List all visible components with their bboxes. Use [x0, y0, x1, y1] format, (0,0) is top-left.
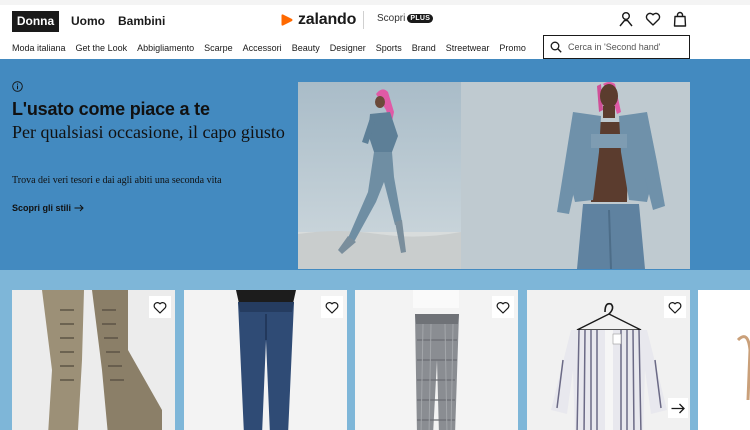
search-input[interactable]	[568, 42, 678, 52]
arrow-right-icon	[671, 403, 685, 413]
partial-product-image	[698, 290, 750, 430]
category-promo[interactable]: Promo	[499, 43, 526, 53]
category-designer[interactable]: Designer	[330, 43, 366, 53]
category-scarpe[interactable]: Scarpe	[204, 43, 233, 53]
category-accessori[interactable]: Accessori	[243, 43, 282, 53]
scopri-plus-link[interactable]: Scopri PLUS	[377, 13, 434, 24]
hero-subtitle: Per qualsiasi occasione, il capo giusto	[12, 122, 285, 142]
logo-text: zalando	[298, 11, 357, 28]
hero-banner: L'usato come piace a te Per qualsiasi oc…	[0, 59, 750, 270]
user-icon[interactable]	[618, 11, 634, 27]
heart-icon	[668, 301, 682, 314]
info-icon[interactable]	[12, 81, 23, 92]
tab-donna[interactable]: Donna	[12, 11, 59, 32]
category-sports[interactable]: Sports	[376, 43, 402, 53]
hero-image-denim-model[interactable]	[461, 82, 690, 269]
plus-badge: PLUS	[407, 14, 434, 23]
scopri-label: Scopri	[377, 13, 406, 24]
discover-styles-link[interactable]: Scopri gli stili	[12, 203, 84, 213]
search-box[interactable]	[543, 35, 690, 59]
tab-bambini[interactable]: Bambini	[118, 11, 165, 32]
product-card[interactable]	[184, 290, 347, 430]
category-moda-italiana[interactable]: Moda italiana	[12, 43, 66, 53]
product-card[interactable]	[355, 290, 518, 430]
arrow-right-icon	[74, 204, 84, 212]
category-beauty[interactable]: Beauty	[292, 43, 320, 53]
bag-icon[interactable]	[672, 11, 688, 27]
category-streetwear[interactable]: Streetwear	[446, 43, 490, 53]
carousel-next-button[interactable]	[668, 398, 688, 418]
hero-title: L'usato come piace a te	[12, 99, 210, 119]
zalando-logo-icon	[281, 14, 293, 26]
category-brand[interactable]: Brand	[412, 43, 436, 53]
product-card[interactable]	[527, 290, 690, 430]
wishlist-button[interactable]	[492, 296, 514, 318]
top-strip	[0, 0, 750, 5]
product-card[interactable]	[698, 290, 750, 430]
second-hand-products-carousel	[0, 270, 750, 430]
heart-icon	[325, 301, 339, 314]
hero-image-walking-model[interactable]	[298, 82, 461, 269]
heart-icon	[496, 301, 510, 314]
wishlist-button[interactable]	[149, 296, 171, 318]
tab-uomo[interactable]: Uomo	[71, 11, 105, 32]
category-nav: Moda italiana Get the Look Abbigliamento…	[12, 43, 536, 53]
discover-styles-label: Scopri gli stili	[12, 203, 72, 213]
zalando-logo[interactable]: zalando	[280, 10, 356, 30]
heart-icon	[153, 301, 167, 314]
wishlist-button[interactable]	[664, 296, 686, 318]
category-abbigliamento[interactable]: Abbigliamento	[137, 43, 194, 53]
heart-icon[interactable]	[645, 11, 661, 27]
wishlist-button[interactable]	[321, 296, 343, 318]
logo-divider	[363, 11, 364, 29]
product-card[interactable]	[12, 290, 175, 430]
search-icon	[550, 41, 562, 53]
hero-description: Trova dei veri tesori e dai agli abiti u…	[12, 175, 222, 186]
category-get-the-look[interactable]: Get the Look	[76, 43, 128, 53]
